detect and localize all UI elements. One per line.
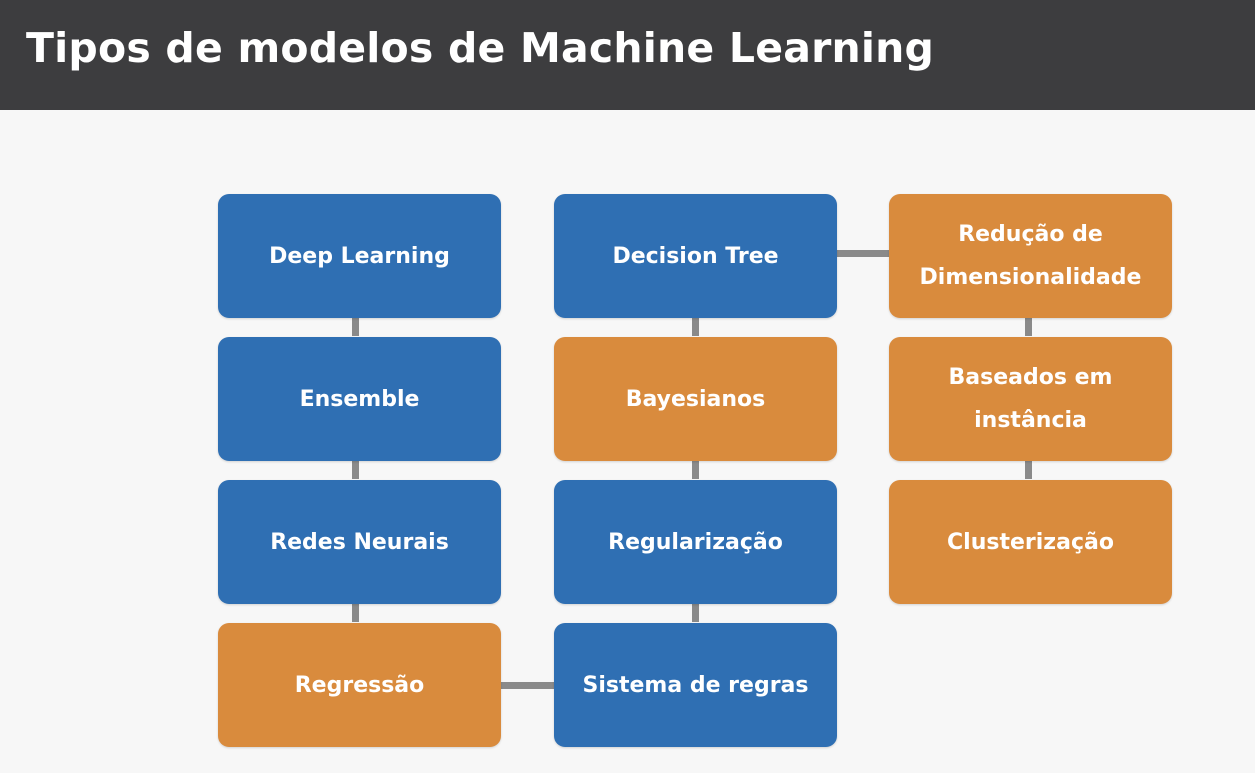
connector-regressao-sistema-de-regras: [501, 682, 555, 689]
node-label: Regressão: [294, 672, 425, 698]
slide: Tipos de modelos de Machine Learning Dee…: [0, 0, 1255, 773]
connector-redes-neurais-regressao: [352, 604, 359, 622]
connector-bayesianos-regularizacao: [692, 461, 699, 479]
node-redes-neurais: Redes Neurais: [218, 480, 501, 604]
node-label: Ensemble: [299, 386, 420, 412]
connector-baseados-clusterizacao: [1025, 461, 1032, 479]
node-regressao: Regressão: [218, 623, 501, 747]
connector-reducao-baseados: [1025, 318, 1032, 336]
node-label: Deep Learning: [269, 243, 450, 269]
connector-decision-tree-reducao: [836, 250, 890, 257]
node-label: Baseados em instância: [948, 365, 1113, 433]
node-label: Redes Neurais: [270, 529, 449, 555]
node-bayesianos: Bayesianos: [554, 337, 837, 461]
connector-ensemble-redes-neurais: [352, 461, 359, 479]
connector-regularizacao-sistema-de-regras: [692, 604, 699, 622]
node-deep-learning: Deep Learning: [218, 194, 501, 318]
node-regularizacao: Regularização: [554, 480, 837, 604]
node-sistema-de-regras: Sistema de regras: [554, 623, 837, 747]
node-label: Sistema de regras: [582, 672, 809, 698]
connector-deep-learning-ensemble: [352, 318, 359, 336]
node-decision-tree: Decision Tree: [554, 194, 837, 318]
node-baseados-em-instancia: Baseados em instância: [889, 337, 1172, 461]
ml-model-types-diagram: Deep Learning Ensemble Redes Neurais Reg…: [0, 0, 1255, 773]
connector-decision-tree-bayesianos: [692, 318, 699, 336]
node-label: Decision Tree: [612, 243, 779, 269]
node-ensemble: Ensemble: [218, 337, 501, 461]
node-reducao-de-dimensionalidade: Redução de Dimensionalidade: [889, 194, 1172, 318]
node-label: Bayesianos: [625, 386, 766, 412]
node-label: Regularização: [608, 529, 783, 555]
node-clusterizacao: Clusterização: [889, 480, 1172, 604]
node-label: Clusterização: [947, 529, 1114, 555]
node-label: Redução de Dimensionalidade: [919, 222, 1142, 290]
